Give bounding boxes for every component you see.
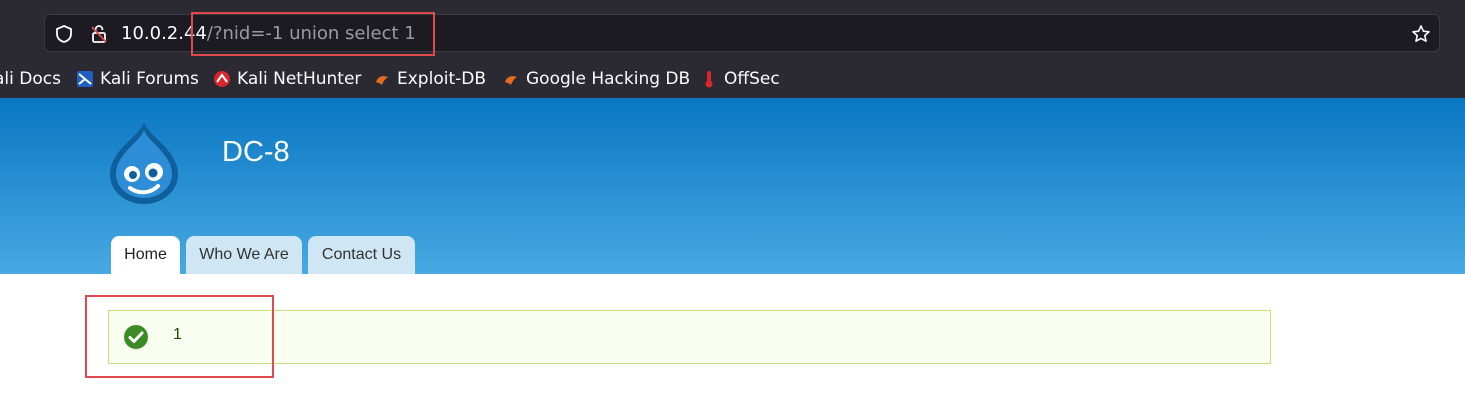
bookmark-kali-docs[interactable]: ali Docs — [0, 68, 61, 90]
tab-label: Who We Are — [199, 246, 289, 263]
tab-contact-us[interactable]: Contact Us — [308, 236, 415, 274]
url-highlight-box — [191, 12, 435, 56]
bookmark-label: Kali NetHunter — [237, 69, 362, 89]
offsec-icon — [705, 71, 713, 88]
exploit-db-icon — [376, 76, 388, 85]
bookmark-label: OffSec — [724, 69, 780, 89]
bookmark-exploit-db[interactable]: Exploit-DB — [373, 68, 486, 90]
lock-icon[interactable] — [89, 24, 109, 44]
kali-nethunter-icon — [214, 71, 230, 87]
site-header: DC-8 Home Who We Are Contact Us — [0, 98, 1465, 274]
bookmark-offsec[interactable]: OffSec — [700, 68, 780, 90]
bookmark-label: ali Docs — [0, 69, 61, 89]
bookmark-label: Kali Forums — [100, 69, 199, 89]
tab-label: Contact Us — [321, 246, 402, 263]
star-icon[interactable] — [1411, 24, 1431, 44]
drupal-logo-icon[interactable] — [104, 120, 184, 206]
kali-forums-icon — [77, 71, 93, 87]
tab-who-we-are[interactable]: Who We Are — [186, 236, 302, 274]
shield-icon[interactable] — [54, 24, 74, 44]
bookmark-kali-nethunter[interactable]: Kali NetHunter — [213, 68, 361, 90]
google-hacking-db-icon — [505, 76, 517, 85]
tab-home[interactable]: Home — [111, 236, 180, 274]
bookmark-google-hacking-db[interactable]: Google Hacking DB — [502, 68, 690, 90]
tab-label: Home — [124, 246, 167, 263]
bookmark-kali-forums[interactable]: Kali Forums — [76, 68, 199, 90]
bookmark-label: Exploit-DB — [397, 69, 486, 89]
result-highlight-box — [85, 295, 274, 378]
bookmark-label: Google Hacking DB — [526, 69, 691, 89]
status-message: 1 — [108, 310, 1271, 364]
bookmarks-bar: ali Docs Kali Forums Kali NetHunter Expl… — [0, 62, 1465, 96]
site-name[interactable]: DC-8 — [222, 136, 290, 169]
